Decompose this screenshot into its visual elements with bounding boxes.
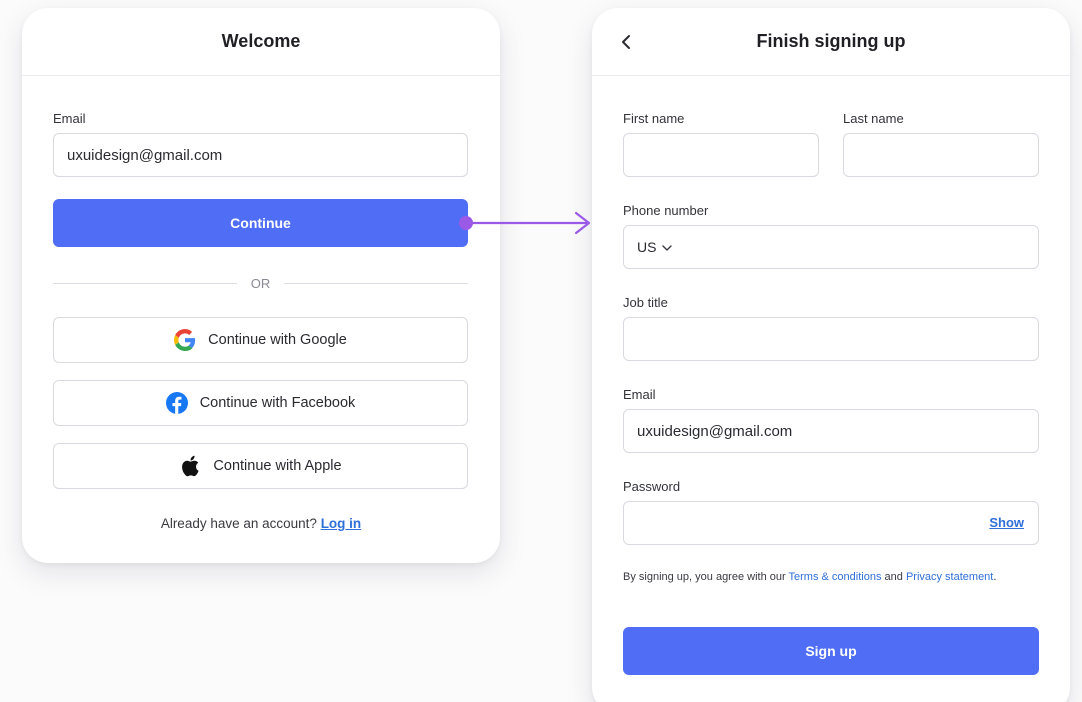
last-name-field[interactable] bbox=[843, 133, 1039, 177]
welcome-email-value: uxuidesign@gmail.com bbox=[67, 146, 223, 164]
continue-button-label: Continue bbox=[230, 215, 291, 231]
or-divider: OR bbox=[53, 274, 468, 292]
last-name-label: Last name bbox=[843, 111, 904, 126]
facebook-button[interactable]: Continue with Facebook bbox=[53, 380, 468, 426]
phone-field[interactable]: US bbox=[623, 225, 1039, 269]
signup-email-label: Email bbox=[623, 387, 656, 402]
job-title-label: Job title bbox=[623, 295, 668, 310]
welcome-header: Welcome bbox=[22, 8, 500, 76]
stage: Welcome Email uxuidesign@gmail.com Conti… bbox=[0, 0, 1082, 702]
welcome-title: Welcome bbox=[221, 31, 301, 51]
welcome-email-field[interactable]: uxuidesign@gmail.com bbox=[53, 133, 468, 177]
or-text: OR bbox=[250, 275, 271, 291]
terms-suffix: . bbox=[993, 571, 997, 583]
account-prompt-text: Already have an account? bbox=[160, 516, 317, 531]
apple-button-label: Continue with Apple bbox=[213, 458, 342, 474]
chevron-left-icon[interactable] bbox=[616, 30, 636, 54]
signup-email-value: uxuidesign@gmail.com bbox=[637, 422, 793, 440]
flow-arrow-icon bbox=[459, 211, 591, 235]
signup-title: Finish signing up bbox=[756, 31, 906, 51]
welcome-card: Welcome Email uxuidesign@gmail.com Conti… bbox=[22, 8, 500, 563]
phone-label: Phone number bbox=[623, 203, 709, 218]
terms-text: By signing up, you agree with our Terms … bbox=[623, 569, 1013, 586]
divider-line-right bbox=[284, 282, 468, 284]
sign-up-button-label: Sign up bbox=[805, 643, 857, 659]
login-link[interactable]: Log in bbox=[321, 516, 362, 531]
job-title-field[interactable] bbox=[623, 317, 1039, 361]
facebook-icon bbox=[165, 392, 188, 414]
apple-button[interactable]: Continue with Apple bbox=[53, 443, 468, 489]
terms-link[interactable]: Terms & conditions bbox=[789, 571, 882, 583]
privacy-link[interactable]: Privacy statement bbox=[906, 571, 993, 583]
facebook-button-label: Continue with Facebook bbox=[199, 395, 356, 411]
country-code-value: US bbox=[637, 239, 657, 255]
signup-card: Finish signing up First name Last name P… bbox=[592, 8, 1070, 702]
google-icon bbox=[174, 329, 196, 351]
country-code-select[interactable]: US bbox=[637, 239, 673, 255]
first-name-field[interactable] bbox=[623, 133, 819, 177]
email-label: Email bbox=[53, 111, 86, 126]
chevron-down-icon bbox=[662, 239, 673, 255]
show-password-link[interactable]: Show bbox=[989, 515, 1024, 530]
signup-header: Finish signing up bbox=[592, 8, 1070, 76]
google-button-label: Continue with Google bbox=[208, 332, 347, 348]
apple-icon bbox=[179, 455, 201, 477]
terms-and: and bbox=[884, 571, 903, 583]
google-button[interactable]: Continue with Google bbox=[53, 317, 468, 363]
terms-prefix: By signing up, you agree with our bbox=[623, 571, 786, 583]
account-prompt: Already have an account? Log in bbox=[22, 516, 500, 531]
continue-button[interactable]: Continue bbox=[53, 199, 468, 247]
password-label: Password bbox=[623, 479, 681, 494]
signup-email-field[interactable]: uxuidesign@gmail.com bbox=[623, 409, 1039, 453]
password-field[interactable]: Show bbox=[623, 501, 1039, 545]
sign-up-button[interactable]: Sign up bbox=[623, 627, 1039, 675]
first-name-label: First name bbox=[623, 111, 685, 126]
divider-line-left bbox=[53, 282, 237, 284]
